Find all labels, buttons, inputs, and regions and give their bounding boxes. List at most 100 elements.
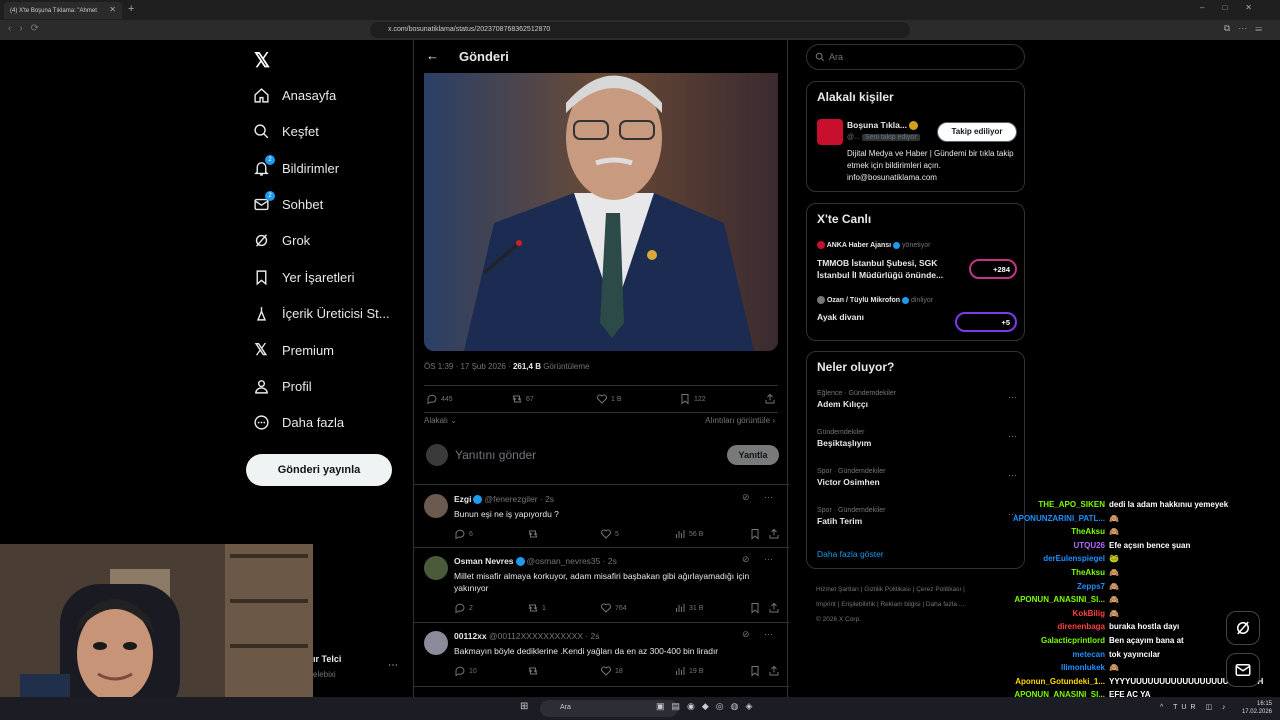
- views-action[interactable]: 31 B: [674, 602, 703, 614]
- footer-link[interactable]: Gizlilik Politikası: [864, 586, 911, 593]
- extensions-icons[interactable]: ⧉⋯☰: [1224, 23, 1270, 34]
- related-name-text: Boşuna Tıkla...: [847, 120, 907, 130]
- more-icon[interactable]: ⋯: [1008, 431, 1017, 442]
- share-action[interactable]: [768, 602, 783, 614]
- search-icon: [815, 52, 825, 62]
- bookmark-action[interactable]: [749, 665, 764, 677]
- back-arrow-icon[interactable]: ←: [426, 48, 439, 63]
- share-action[interactable]: [768, 665, 783, 677]
- messages-float-button[interactable]: [1226, 653, 1260, 687]
- reply-action[interactable]: 6: [454, 528, 473, 540]
- reply-action[interactable]: 445: [426, 393, 453, 405]
- taskbar: ⊞ Ara ▣▤◉◆◎◍◈ ^ TUR ◫ ♪ 16:15 17.02.2026: [0, 697, 1280, 720]
- bookmark-action[interactable]: [749, 602, 764, 614]
- sort-dropdown[interactable]: Alakalı ⌄: [424, 416, 457, 425]
- views-icon: [676, 530, 685, 538]
- nav-grok[interactable]: Grok: [252, 225, 310, 255]
- trend-item[interactable]: Spor · Gündemdekiler Victor Osimhen ⋯: [817, 468, 1017, 487]
- comment-item[interactable]: Osman Nevres @osman_nevres35 · 2s ⊘ ⋯ Mil…: [414, 548, 789, 623]
- footer-link[interactable]: Imprint: [816, 601, 836, 608]
- reply-input[interactable]: Yanıtını gönder: [455, 448, 536, 462]
- footer-link[interactable]: Erişilebilirlik: [841, 601, 875, 608]
- trend-item[interactable]: Eğlence · Gündemdekiler Adem Kılıççı ⋯: [817, 390, 1017, 409]
- footer-link[interactable]: Hizmet Şartları: [816, 586, 859, 593]
- avatar[interactable]: [817, 119, 843, 145]
- views-action[interactable]: 56 B: [674, 528, 703, 540]
- view-quotes-link[interactable]: Alıntıları görüntüle ›: [705, 416, 775, 425]
- avatar: [817, 241, 825, 249]
- like-action[interactable]: 18: [600, 665, 623, 677]
- live-item[interactable]: ANKA Haber Ajansı yönetiyor TMMOB İstanb…: [817, 241, 1017, 281]
- taskbar-apps[interactable]: ▣▤◉◆◎◍◈: [656, 701, 759, 712]
- footer-link[interactable]: Daha fazla ...: [926, 601, 964, 608]
- footer-link[interactable]: Reklam bilgisi: [880, 601, 920, 608]
- reply-action[interactable]: 2: [454, 602, 473, 614]
- like-action[interactable]: 1 B: [596, 393, 622, 405]
- more-icon[interactable]: ⋯: [1008, 470, 1017, 481]
- comment-item[interactable]: 00112xx @00112XXXXXXXXXXX · 2s ⊘ ⋯ Bakma…: [414, 623, 789, 687]
- browser-toolbar: ‹›⟳ x.com/bosunatiklama/status/202370876…: [0, 20, 1280, 40]
- window-controls[interactable]: –□✕: [1200, 3, 1270, 12]
- nav-buttons[interactable]: ‹›⟳: [8, 23, 47, 34]
- nav-explore[interactable]: Keşfet: [252, 116, 319, 146]
- nav-profile[interactable]: Profil: [252, 371, 312, 401]
- quotes-label: Alıntıları görüntüle: [705, 416, 771, 425]
- live-item[interactable]: Ozan / Tüylü Mikrofon dinliyor Ayak diva…: [817, 296, 1017, 332]
- views-action[interactable]: 19 B: [674, 665, 703, 677]
- grok-float-button[interactable]: [1226, 611, 1260, 645]
- address-bar[interactable]: x.com/bosunatiklama/status/2023708768362…: [370, 22, 910, 38]
- comment-more-icon[interactable]: ⊘ ⋯: [742, 554, 779, 565]
- repost-action[interactable]: 67: [511, 393, 534, 405]
- nav-creator-studio[interactable]: İçerik Üreticisi St...: [252, 298, 390, 328]
- share-action[interactable]: [768, 528, 783, 540]
- account-handle: elebixi: [313, 670, 336, 679]
- browser-tab[interactable]: (4) X'te Boşuna Tıklama: "Ahmet ✕: [4, 2, 122, 19]
- account-more-icon[interactable]: ⋯: [388, 660, 398, 671]
- repost-action[interactable]: [527, 665, 542, 677]
- show-more-link[interactable]: Daha fazla göster: [817, 549, 884, 559]
- like-action[interactable]: 764: [600, 602, 627, 614]
- x-logo-icon[interactable]: 𝕏: [254, 48, 270, 73]
- windows-start-icon[interactable]: ⊞: [520, 701, 528, 712]
- nav-premium[interactable]: 𝕏 Premium: [252, 335, 334, 365]
- bookmark-action[interactable]: 122: [679, 393, 706, 405]
- post-button[interactable]: Gönderi yayınla: [246, 454, 392, 486]
- trend-name: Beşiktaşlıyım: [817, 438, 872, 448]
- verified-gold-icon: [909, 121, 919, 131]
- repost-action[interactable]: [527, 528, 542, 540]
- search-input[interactable]: Ara: [806, 44, 1025, 70]
- chat-text: 🙈: [1109, 527, 1119, 537]
- related-handle-row: @... Seni takip ediyor: [847, 134, 920, 141]
- post-image[interactable]: [424, 73, 778, 351]
- related-name[interactable]: Boşuna Tıkla...: [847, 120, 919, 131]
- nav-home[interactable]: Anasayfa: [252, 80, 336, 110]
- clock[interactable]: 16:15 17.02.2026: [1242, 700, 1272, 716]
- reply-action[interactable]: 10: [454, 665, 477, 677]
- repost-action[interactable]: 1: [527, 602, 546, 614]
- footer-link[interactable]: Çerez Politikası: [916, 586, 961, 593]
- comment-more-icon[interactable]: ⊘ ⋯: [742, 492, 779, 503]
- system-tray[interactable]: ^ TUR ◫ ♪: [1160, 703, 1230, 711]
- account-name[interactable]: ır Telci: [313, 654, 341, 664]
- chat-message: TheAksu 🙈: [998, 566, 1280, 580]
- comment-more-icon[interactable]: ⊘ ⋯: [742, 629, 779, 640]
- bookmark-action[interactable]: [749, 528, 764, 540]
- share-action[interactable]: [764, 393, 779, 405]
- nav-notifications[interactable]: 2 Bildirimler: [252, 153, 339, 183]
- trend-item[interactable]: Gündemdekiler Beşiktaşlıyım ⋯: [817, 429, 1017, 448]
- like-action[interactable]: 5: [600, 528, 619, 540]
- trend-item[interactable]: Spor · Gündemdekiler Fatih Terim ⋯: [817, 507, 1017, 526]
- author-handle: @osman_nevres35 · 2s: [526, 556, 617, 566]
- share-icon: [769, 665, 779, 676]
- reply-button[interactable]: Yanıtla: [727, 445, 779, 465]
- post-time: ÖS 1:39 · 17 Şub 2026 ·: [424, 362, 513, 371]
- repost-icon: [528, 604, 538, 612]
- tab-close-icon[interactable]: ✕: [109, 5, 116, 14]
- more-icon[interactable]: ⋯: [1008, 392, 1017, 403]
- new-tab-button[interactable]: +: [128, 3, 134, 15]
- comment-item[interactable]: Ezgi @fenerezgiler · 2s ⊘ ⋯ Bunun eşi ne …: [414, 486, 789, 548]
- nav-bookmarks[interactable]: Yer İşaretleri: [252, 262, 355, 292]
- following-button[interactable]: Takip ediliyor: [937, 122, 1017, 142]
- nav-chat[interactable]: 2 Sohbet: [252, 189, 323, 219]
- nav-more[interactable]: Daha fazla: [252, 407, 344, 437]
